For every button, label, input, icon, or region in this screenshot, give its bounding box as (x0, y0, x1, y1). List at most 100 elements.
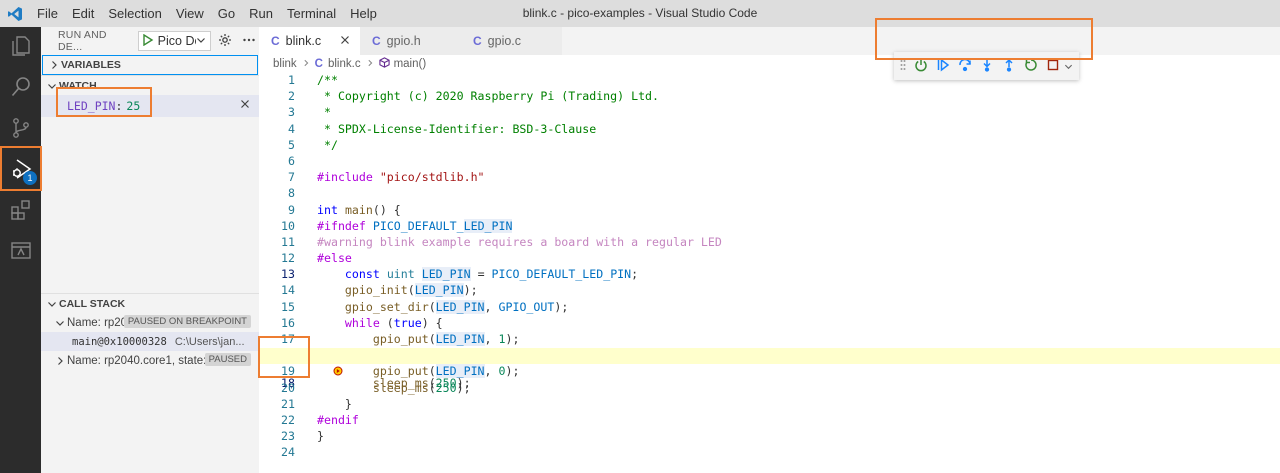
line-number: 1 (288, 73, 295, 87)
line-number: 12 (281, 251, 295, 266)
code-line: 16 while (true) { (259, 316, 1280, 332)
chevron-right-icon (53, 356, 67, 366)
code-line: 13 const uint LED_PIN = PICO_DEFAULT_LED… (259, 267, 1280, 283)
variables-label: VARIABLES (61, 59, 121, 71)
tab-blink-c[interactable]: C blink.c (259, 27, 360, 55)
search-icon (9, 75, 33, 102)
code-line: 2 * Copyright (c) 2020 Raspberry Pi (Tra… (259, 89, 1280, 105)
tab-gpio-c[interactable]: C gpio.c (461, 27, 562, 55)
c-file-icon: C (271, 34, 280, 48)
code-line: 1/** (259, 73, 1280, 89)
code-line: 14 gpio_init(LED_PIN); (259, 283, 1280, 299)
line-number: 21 (281, 396, 295, 411)
menu-run[interactable]: Run (242, 0, 280, 27)
debug-badge: 1 (23, 171, 37, 185)
menu-view[interactable]: View (169, 0, 211, 27)
code-editor[interactable]: 1/** 2 * Copyright (c) 2020 Raspberry Pi… (259, 73, 1280, 462)
line-number: 5 (288, 137, 295, 152)
open-launch-json-button[interactable] (215, 31, 235, 51)
thread-core0-row[interactable]: Name: rp20... PAUSED ON BREAKPOINT (41, 313, 259, 332)
tab-label: blink.c (285, 34, 322, 48)
watch-expression-value: 25 (126, 99, 141, 113)
stop-icon (1046, 58, 1060, 75)
step-over-icon (958, 58, 972, 75)
code-line: 11 #warning blink example requires a boar… (259, 235, 1280, 251)
function-symbol-icon (378, 57, 390, 71)
line-number: 13 (281, 267, 295, 282)
menu-bar: File Edit Selection View Go Run Terminal… (30, 0, 384, 27)
code-line: 19 gpio_put(LED_PIN, 0); (259, 364, 1280, 380)
thread-core1-row[interactable]: Name: rp2040.core1, state:... PAUSED (41, 351, 259, 370)
run-debug-button[interactable]: 1 (0, 150, 41, 191)
line-number: 17 (281, 332, 295, 346)
code-line: 3 * (259, 105, 1280, 121)
title-bar: File Edit Selection View Go Run Terminal… (0, 0, 1280, 27)
code-line: 6 (259, 154, 1280, 170)
menu-edit[interactable]: Edit (65, 0, 101, 27)
code-line: 22 #endif (259, 413, 1280, 429)
line-number: 14 (281, 283, 295, 298)
vscode-logo-icon (0, 0, 30, 27)
thread-core1-status: PAUSED (204, 353, 251, 366)
menu-terminal[interactable]: Terminal (280, 0, 343, 27)
c-file-icon: C (314, 58, 323, 70)
code-line: 15 gpio_set_dir(LED_PIN, GPIO_OUT); (259, 299, 1280, 316)
disconnect-icon (914, 58, 928, 75)
line-number: 4 (288, 121, 295, 136)
debug-config-select[interactable]: Pico De (137, 31, 212, 51)
chevron-down-icon[interactable] (1064, 59, 1073, 74)
line-number: 10 (281, 218, 295, 233)
breadcrumb-file[interactable]: blink.c (328, 58, 361, 70)
line-number: 15 (281, 299, 295, 314)
line-number: 9 (288, 202, 295, 217)
call-stack-section-header[interactable]: CALL STACK (41, 293, 259, 313)
code-line: 23} (259, 429, 1280, 445)
stack-frame-function: main@0x10000328 (72, 335, 167, 348)
tab-gpio-h[interactable]: C gpio.h (360, 27, 461, 55)
breadcrumb-symbol[interactable]: main() (394, 58, 427, 70)
code-line: 9 int main() { (259, 203, 1280, 219)
c-file-icon: C (473, 34, 482, 48)
files-icon (9, 34, 33, 61)
watch-section-header[interactable]: WATCH (41, 75, 259, 95)
variables-section-header[interactable]: VARIABLES (42, 55, 258, 75)
source-control-button[interactable] (0, 109, 41, 150)
line-number: 24 (281, 445, 295, 460)
code-line: 20 sleep_ms(250); (259, 381, 1280, 397)
code-line: 5 */ (259, 138, 1280, 154)
watch-label: WATCH (59, 79, 97, 92)
editor-area: C blink.c C gpio.h C gpio.c blink C blin… (259, 27, 1280, 473)
activity-bar: 1 (0, 27, 41, 473)
breadcrumb-folder[interactable]: blink (273, 58, 297, 70)
more-actions-button[interactable] (239, 31, 259, 51)
start-debugging-icon[interactable] (142, 33, 154, 49)
call-stack-label: CALL STACK (59, 297, 126, 310)
menu-help[interactable]: Help (343, 0, 384, 27)
line-number: 16 (281, 315, 295, 330)
watch-expression-row[interactable]: LED_PIN: 25 (41, 95, 259, 117)
search-button[interactable] (0, 68, 41, 109)
call-stack-panel: CALL STACK Name: rp20... PAUSED ON BREAK… (41, 293, 259, 370)
ellipsis-icon (242, 33, 256, 50)
menu-selection[interactable]: Selection (101, 0, 168, 27)
current-breakpoint-icon[interactable] (263, 351, 343, 376)
line-number: 7 (288, 170, 295, 185)
close-tab-button[interactable] (340, 33, 350, 48)
gear-icon (218, 33, 232, 50)
code-line: 8 (259, 186, 1280, 202)
remote-explorer-button[interactable] (0, 232, 41, 273)
drag-handle-icon[interactable] (900, 59, 906, 74)
extensions-icon (9, 198, 33, 225)
continue-icon (936, 57, 950, 75)
extensions-button[interactable] (0, 191, 41, 232)
remove-watch-button[interactable] (240, 97, 250, 112)
menu-file[interactable]: File (30, 0, 65, 27)
explorer-button[interactable] (0, 27, 41, 68)
stack-frame-path: C:\Users\jan... (174, 335, 245, 348)
stack-frame-row[interactable]: main@0x10000328 C:\Users\jan... (41, 332, 259, 351)
menu-go[interactable]: Go (211, 0, 242, 27)
close-icon (240, 97, 250, 112)
line-number: 22 (281, 412, 295, 427)
line-number: 11 (281, 234, 295, 249)
chevron-right-icon (366, 58, 374, 70)
